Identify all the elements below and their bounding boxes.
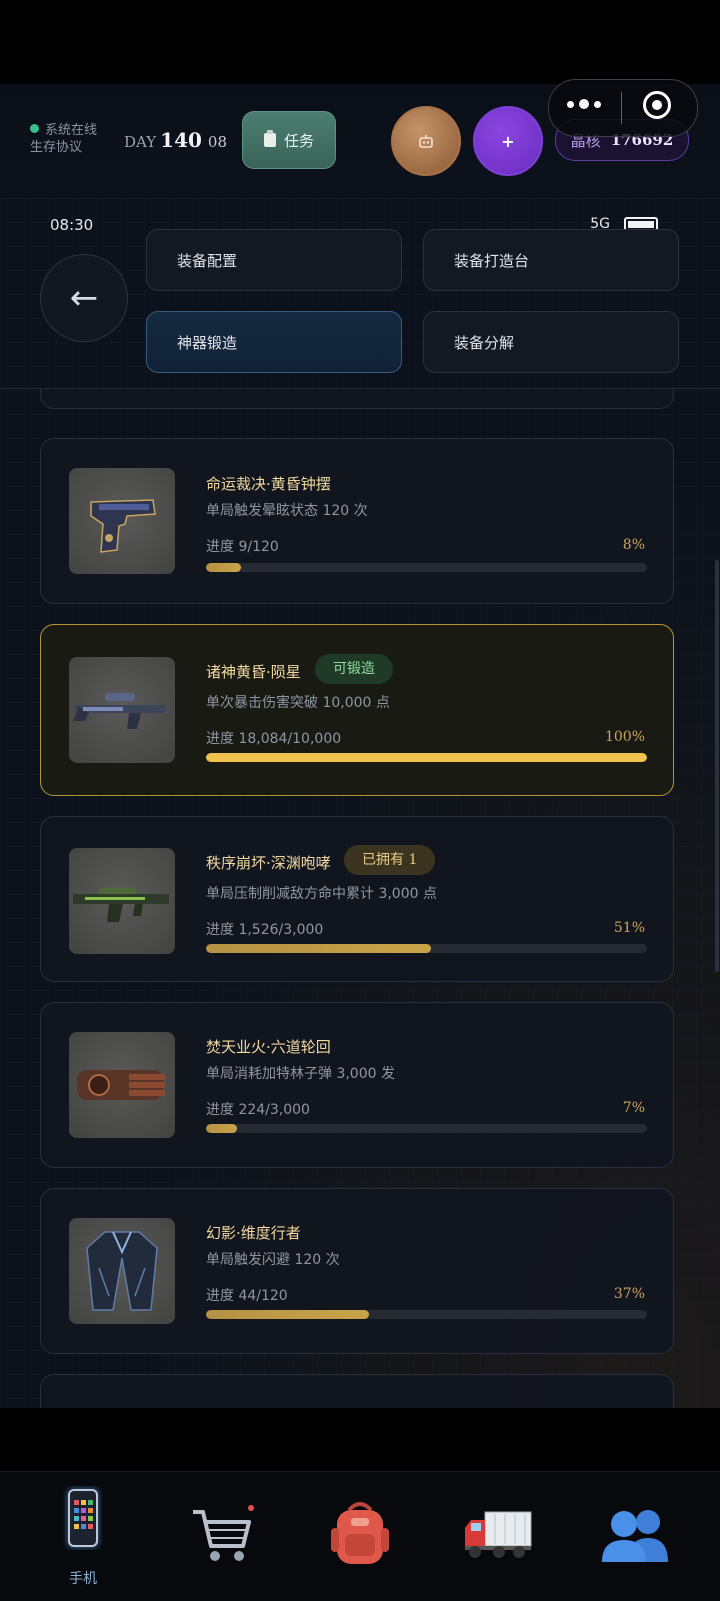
day-label: DAY: [124, 133, 157, 151]
card-description: 单局压制削减敌方命中累计 3,000 点: [206, 886, 437, 902]
capsule-divider: [621, 92, 622, 124]
artifact-card[interactable]: 幻影·维度行者 单局触发闪避 120 次 进度 44/120 37%: [40, 1188, 674, 1354]
card-description: 单局触发闪避 120 次: [206, 1252, 340, 1268]
status-text: 系统在线: [45, 123, 98, 138]
progress-bar: [206, 944, 647, 953]
forge-panel: 08:30 5G ← 装备配置 装备打造台 神器锻造 装备分解 命运裁决·黄昏钟…: [0, 198, 720, 1408]
task-button[interactable]: 任务: [242, 111, 336, 169]
system-status: 系统在线 生存协议: [30, 122, 97, 156]
progress-fill: [206, 753, 647, 762]
forgeable-badge: 可锻造: [315, 654, 393, 684]
day-sub: 08: [207, 133, 227, 151]
robot-button[interactable]: [391, 106, 461, 176]
card-title: 焚天业火·六道轮回: [206, 1038, 331, 1056]
card-progress-text: 进度 1,526/3,000: [206, 922, 324, 938]
card-percent: 37%: [613, 1286, 645, 1302]
progress-fill: [206, 1310, 370, 1319]
card-progress-text: 进度 18,084/10,000: [206, 731, 342, 747]
pistol-icon: [69, 468, 175, 574]
nav-equipment-config[interactable]: 装备配置: [146, 229, 402, 291]
card-percent: 100%: [604, 729, 645, 745]
bottom-nav: 手机: [0, 1471, 720, 1601]
online-dot-icon: [30, 124, 39, 133]
card-progress-text: 进度 44/120: [206, 1288, 288, 1304]
sniper-rifle-icon: [69, 657, 175, 763]
tab-backpack[interactable]: [310, 1472, 410, 1601]
artifact-card[interactable]: 焚天业火·六道轮回 单局消耗加特林子弹 3,000 发 进度 224/3,000…: [40, 1002, 674, 1168]
progress-fill: [206, 944, 431, 953]
close-target-icon[interactable]: [643, 91, 671, 119]
task-label: 任务: [283, 131, 314, 150]
backpack-icon: [331, 1502, 389, 1564]
progress-bar: [206, 1124, 647, 1133]
nav-artifact-forge[interactable]: 神器锻造: [146, 311, 402, 373]
tab-phone[interactable]: 手机: [33, 1472, 133, 1601]
artifact-card-partial[interactable]: [40, 389, 674, 409]
cart-icon: [193, 1505, 254, 1561]
tab-truck[interactable]: [448, 1472, 548, 1601]
plus-button[interactable]: +: [473, 106, 543, 176]
truck-icon: [465, 1511, 532, 1558]
nav-dismantle[interactable]: 装备分解: [423, 311, 679, 373]
card-percent: 51%: [613, 920, 645, 936]
progress-fill: [206, 1124, 237, 1133]
plus-icon: +: [501, 131, 515, 151]
robot-icon: [419, 135, 433, 148]
clipboard-icon: [263, 130, 276, 147]
gatling-gun-icon: [69, 1032, 175, 1138]
protocol-text: 生存协议: [30, 140, 83, 155]
more-icon[interactable]: [567, 99, 601, 109]
day-counter: DAY 140 08: [124, 128, 227, 152]
card-progress-text: 进度 224/3,000: [206, 1102, 310, 1118]
card-percent: 7%: [622, 1100, 645, 1116]
progress-bar: [206, 1310, 647, 1319]
artifact-card-partial[interactable]: [40, 1374, 674, 1408]
status-time: 08:30: [50, 216, 94, 234]
card-title: 秩序崩坏·深渊咆哮: [206, 854, 331, 872]
scrollbar-thumb[interactable]: [715, 560, 719, 972]
day-value: 140: [160, 128, 202, 152]
back-button[interactable]: ←: [40, 254, 128, 342]
artifact-list[interactable]: 命运裁决·黄昏钟摆 单局触发晕眩状态 120 次 进度 9/120 8% 诸神黄…: [0, 389, 720, 1408]
artifact-card-forgeable[interactable]: 诸神黄昏·陨星 可锻造 单次暴击伤害突破 10,000 点 进度 18,084/…: [40, 624, 674, 796]
card-progress-text: 进度 9/120: [206, 539, 279, 555]
progress-bar: [206, 563, 647, 572]
miniprogram-capsule: [548, 79, 698, 137]
artifact-card[interactable]: 命运裁决·黄昏钟摆 单局触发晕眩状态 120 次 进度 9/120 8%: [40, 438, 674, 604]
tab-shop[interactable]: [172, 1472, 272, 1601]
armored-coat-icon: [69, 1218, 175, 1324]
card-description: 单局消耗加特林子弹 3,000 发: [206, 1066, 395, 1082]
card-title: 幻影·维度行者: [206, 1224, 301, 1242]
progress-bar: [206, 753, 647, 762]
artifact-card-owned[interactable]: 秩序崩坏·深渊咆哮 已拥有 1 单局压制削减敌方命中累计 3,000 点 进度 …: [40, 816, 674, 982]
tab-phone-label: 手机: [69, 1571, 97, 1587]
phone-icon: [67, 1488, 99, 1548]
people-icon: [602, 1510, 668, 1562]
owned-badge: 已拥有 1: [344, 845, 436, 875]
assault-rifle-icon: [69, 848, 175, 954]
back-arrow-icon: ←: [69, 278, 99, 318]
nav-forge-station[interactable]: 装备打造台: [423, 229, 679, 291]
tab-friends[interactable]: [586, 1472, 686, 1601]
card-title: 命运裁决·黄昏钟摆: [206, 475, 331, 493]
card-title: 诸神黄昏·陨星: [206, 663, 301, 681]
card-description: 单次暴击伤害突破 10,000 点: [206, 695, 390, 711]
card-percent: 8%: [622, 537, 645, 553]
card-description: 单局触发晕眩状态 120 次: [206, 503, 368, 519]
progress-fill: [206, 563, 242, 572]
